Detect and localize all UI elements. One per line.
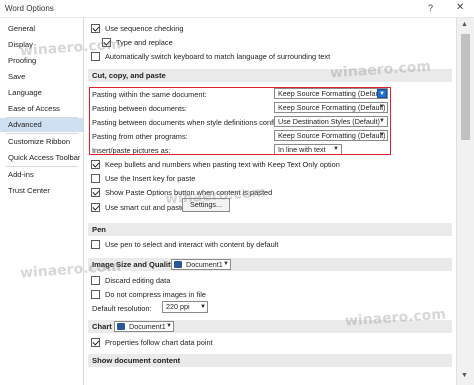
show-paste-options-option[interactable]: Show Paste Options button when content i…	[91, 186, 272, 198]
sidebar-item-general[interactable]: General	[0, 22, 83, 36]
use-insert-key-option[interactable]: Use the Insert key for paste	[91, 172, 195, 184]
sidebar-divider	[6, 133, 78, 134]
use-pen-option[interactable]: Use pen to select and interact with cont…	[91, 238, 278, 250]
chevron-down-icon[interactable]: ▼	[200, 302, 206, 312]
document-icon	[117, 323, 125, 330]
chevron-down-icon[interactable]: ▼	[223, 260, 229, 269]
checkbox[interactable]	[102, 37, 111, 47]
use-sequence-checking-option[interactable]: Use sequence checking	[91, 22, 183, 34]
checkbox[interactable]	[91, 275, 100, 285]
sidebar-item-language[interactable]: Language	[0, 86, 83, 100]
sidebar-item-advanced[interactable]: Advanced	[0, 118, 83, 132]
document-icon	[174, 261, 182, 268]
checkbox[interactable]	[91, 202, 100, 212]
close-icon[interactable]: ✕	[456, 2, 464, 13]
sidebar-item-customize-ribbon[interactable]: Customize Ribbon	[0, 135, 83, 149]
section-show-document-content: Show document content	[88, 354, 452, 367]
section-image-size: Image Size and Quality	[88, 258, 452, 271]
sidebar-item-ease-of-access[interactable]: Ease of Access	[0, 102, 83, 116]
settings-button[interactable]: Settings...	[182, 198, 230, 212]
checkbox[interactable]	[91, 239, 100, 249]
sidebar-divider	[6, 166, 78, 167]
sidebar-item-save[interactable]: Save	[0, 70, 83, 84]
scrollbar-thumb[interactable]	[461, 34, 470, 140]
checkbox[interactable]	[91, 173, 100, 183]
sidebar-item-proofing[interactable]: Proofing	[0, 54, 83, 68]
sidebar-nav: General Display Proofing Save Language E…	[0, 18, 84, 385]
sidebar-item-add-ins[interactable]: Add-ins	[0, 168, 83, 182]
section-cut-copy-paste: Cut, copy, and paste	[88, 69, 452, 82]
discard-editing-option[interactable]: Discard editing data	[91, 274, 170, 286]
title-bar: Word Options ? ✕	[0, 0, 474, 18]
default-resolution-label: Default resolution:	[92, 303, 152, 313]
scroll-up-icon[interactable]: ▲	[461, 21, 468, 28]
highlight-box	[89, 87, 391, 155]
sidebar-item-display[interactable]: Display	[0, 38, 83, 52]
checkbox[interactable]	[91, 159, 100, 169]
image-document-dropdown[interactable]: Document1 ▼	[171, 259, 231, 270]
properties-follow-option[interactable]: Properties follow chart data point	[91, 336, 213, 348]
window-title: Word Options	[5, 4, 54, 13]
checkbox[interactable]	[91, 51, 100, 61]
vertical-scrollbar[interactable]: ▲ ▼	[456, 18, 474, 385]
auto-switch-keyboard-option[interactable]: Automatically switch keyboard to match l…	[91, 50, 330, 62]
help-icon[interactable]: ?	[428, 3, 433, 13]
use-smart-cut-option[interactable]: Use smart cut and paste	[91, 201, 185, 213]
scroll-down-icon[interactable]: ▼	[461, 372, 468, 379]
type-and-replace-option[interactable]: Type and replace	[102, 36, 173, 48]
default-resolution-dropdown[interactable]: 220 ppi ▼	[162, 301, 208, 313]
checkbox[interactable]	[91, 337, 100, 347]
options-content: Use sequence checking Type and replace A…	[84, 18, 456, 385]
checkbox[interactable]	[91, 289, 100, 299]
chart-document-dropdown[interactable]: Document1 ▼	[114, 321, 174, 332]
sidebar-item-trust-center[interactable]: Trust Center	[0, 184, 83, 198]
section-pen: Pen	[88, 223, 452, 236]
no-compress-option[interactable]: Do not compress images in file	[91, 288, 206, 300]
keep-bullets-option[interactable]: Keep bullets and numbers when pasting te…	[91, 158, 340, 170]
checkbox[interactable]	[91, 23, 100, 33]
sidebar-item-quick-access-toolbar[interactable]: Quick Access Toolbar	[0, 151, 83, 165]
checkbox[interactable]	[91, 187, 100, 197]
chevron-down-icon[interactable]: ▼	[166, 322, 172, 331]
